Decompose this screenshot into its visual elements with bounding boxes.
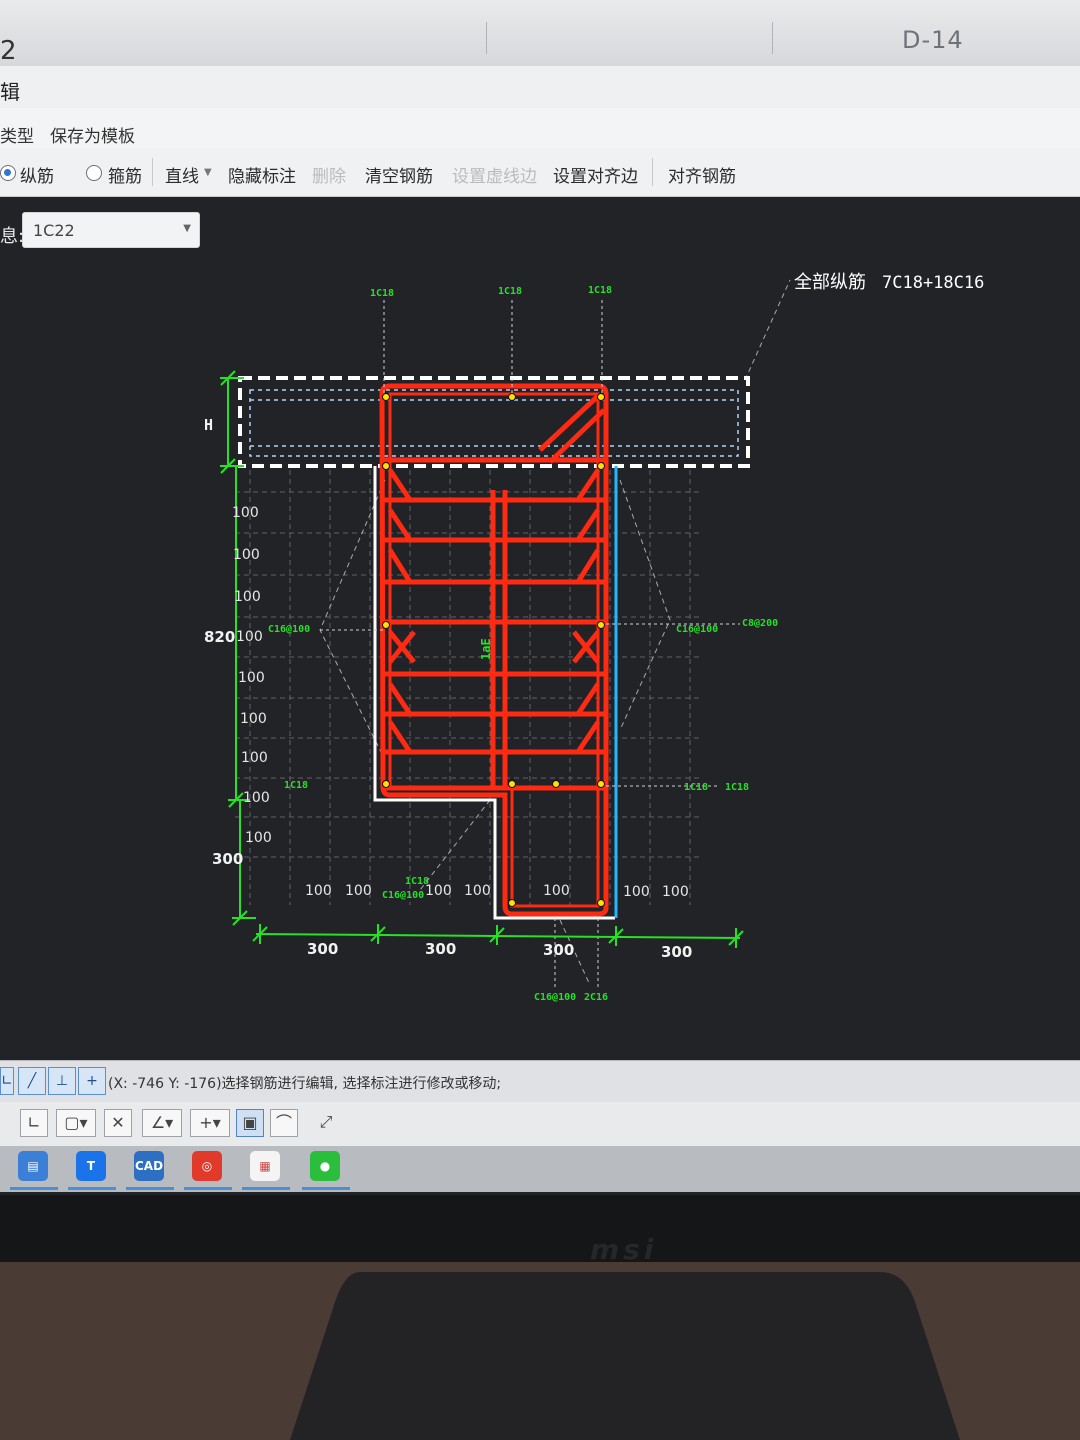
spacing-label: 100: [464, 883, 491, 899]
monitor-stand: [290, 1272, 960, 1440]
rebar-label-right[interactable]: 1C18: [684, 782, 708, 793]
rebar-label-right[interactable]: 1C18: [725, 782, 749, 793]
status-bar: ∟ ╱ ⊥ + (X: -746 Y: -176)选择钢筋进行编辑, 选择标注进…: [0, 1060, 1080, 1103]
taskbar: ▤ T CAD ◎ ▦ ●: [0, 1146, 1080, 1192]
rebar-label-left[interactable]: 1C18: [284, 780, 308, 791]
select-icon[interactable]: ▣: [236, 1109, 264, 1137]
app-active-underline: [302, 1187, 350, 1190]
spacing-label: 100: [243, 790, 270, 806]
all-longitudinal-label[interactable]: 全部纵筋: [794, 272, 866, 293]
app-icon-music[interactable]: ◎: [192, 1151, 222, 1181]
dimension-300: 300: [307, 940, 338, 958]
stirrup-label-right[interactable]: C16@100: [676, 624, 718, 635]
spacing-label: 100: [234, 589, 261, 605]
status-message: (X: -746 Y: -176)选择钢筋进行编辑, 选择标注进行修改或移动;: [108, 1076, 502, 1092]
spacing-label: 100: [233, 547, 260, 563]
all-longitudinal-value[interactable]: 7C18+18C16: [882, 273, 984, 293]
dimension-icon[interactable]: +▾: [190, 1109, 230, 1137]
spacing-label: 100: [623, 884, 650, 900]
expand-icon[interactable]: ⤢: [312, 1109, 340, 1137]
app-active-underline: [10, 1187, 58, 1190]
dimension-lines: [220, 377, 741, 948]
dimension-snap-icon[interactable]: +: [78, 1067, 106, 1095]
draw-toolbar: ∟ ▢▾ ✕ ∠▾ +▾ ▣ ⌒ ⤢: [0, 1102, 1080, 1147]
stirrup-label-bottom[interactable]: C16@100: [534, 992, 576, 1003]
spacing-label: 100: [241, 750, 268, 766]
corner-icon[interactable]: ∟: [20, 1109, 48, 1137]
app-icon-docs[interactable]: ▤: [18, 1151, 48, 1181]
rebar-label-top[interactable]: 1C18: [498, 286, 522, 297]
dimension-300: 300: [425, 940, 456, 958]
spacing-label: 100: [305, 883, 332, 899]
rebar-label-top[interactable]: 1C18: [588, 285, 612, 296]
spacing-label: 100: [543, 883, 570, 899]
app-active-underline: [242, 1187, 290, 1190]
dimension-300-vertical: 300: [212, 850, 243, 868]
app-active-underline: [184, 1187, 232, 1190]
app-icon-tool[interactable]: T: [76, 1151, 106, 1181]
monitor-screen: 2 D-14 辑 类型 保存为模板 纵筋 箍筋 直线 ▼ 隐藏标注 删除 清空钢…: [0, 0, 1080, 1195]
wechat-icon[interactable]: ●: [310, 1151, 340, 1181]
bottom-dimension-labels: 300 300 300 300: [307, 940, 692, 961]
stirrup-label-left[interactable]: C16@100: [268, 624, 310, 635]
rebar-label-top[interactable]: 1C18: [370, 288, 394, 299]
spacing-label: 100: [240, 711, 267, 727]
perpendicular-snap-icon[interactable]: ⊥: [48, 1067, 76, 1095]
dimension-300: 300: [661, 943, 692, 961]
dimension-820: 820: [204, 628, 235, 646]
tie-label-right[interactable]: C8@200: [742, 618, 778, 629]
app-active-underline: [126, 1187, 174, 1190]
snap-icon[interactable]: ∟: [0, 1067, 14, 1095]
app-active-underline: [68, 1187, 116, 1190]
horizontal-spacing-labels: 100 100 100 100 100 100 100: [305, 883, 689, 900]
spacing-label: 100: [345, 883, 372, 899]
rectangle-icon[interactable]: ▢▾: [56, 1109, 96, 1137]
rebar-label-bottom-mid[interactable]: 1C18: [405, 876, 429, 887]
spacing-label: 100: [245, 830, 272, 846]
app-icon-image[interactable]: ▦: [250, 1151, 280, 1181]
spacing-label: 100: [662, 884, 689, 900]
spacing-label: 100: [236, 629, 263, 645]
grid: [235, 470, 700, 905]
anchorage-label: 1aE: [479, 638, 493, 660]
h-dimension-label: H: [204, 416, 213, 434]
rebar-label-bottom[interactable]: 2C16: [584, 992, 608, 1003]
vertical-spacing-labels: 100 100 100 100 100 100 100 100 100: [232, 505, 272, 846]
flange-outline: [238, 376, 750, 468]
spacing-label: 100: [238, 670, 265, 686]
angle-icon[interactable]: ∠▾: [142, 1109, 182, 1137]
stirrup-label-bottom-mid[interactable]: C16@100: [382, 890, 424, 901]
dimension-300: 300: [543, 941, 574, 959]
app-icon-cad[interactable]: CAD: [134, 1151, 164, 1181]
section-drawing-canvas[interactable]: H 820 300 100 100 100 100 100 100 100 10…: [0, 0, 1080, 1060]
cross-icon[interactable]: ✕: [104, 1109, 132, 1137]
arc-icon[interactable]: ⌒: [270, 1109, 298, 1137]
spacing-label: 100: [232, 505, 259, 521]
oblique-snap-icon[interactable]: ╱: [18, 1067, 46, 1095]
